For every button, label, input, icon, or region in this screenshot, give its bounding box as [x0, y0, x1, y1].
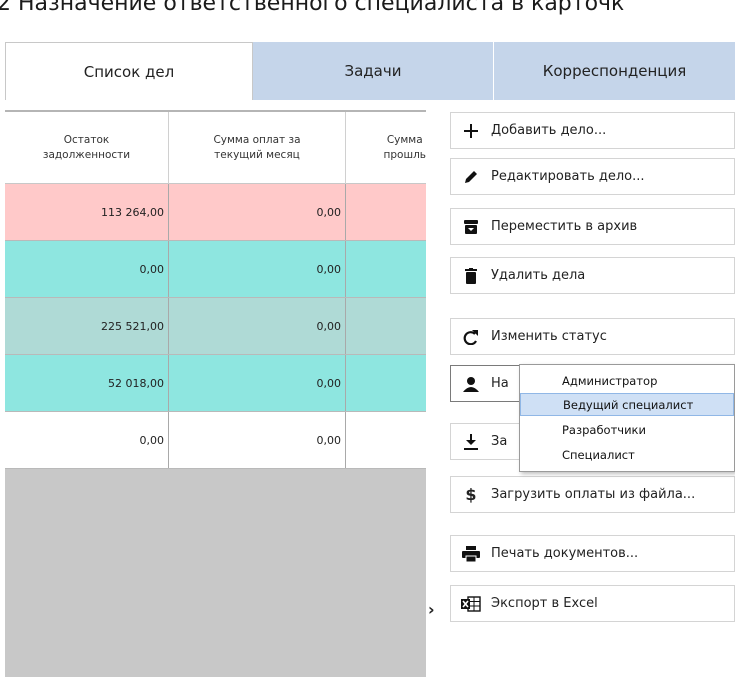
column-header-debt[interactable]: Остаток задолженности: [5, 112, 168, 184]
cell-debt: 113 264,00: [101, 205, 164, 219]
table-row[interactable]: 113 264,00 0,00: [5, 184, 426, 241]
printer-icon: [451, 535, 491, 572]
cell-current-payments: 0,00: [316, 433, 342, 447]
table-row[interactable]: 0,00 0,00: [5, 241, 426, 298]
column-header-current-payments[interactable]: Сумма оплат за текущий месяц: [169, 112, 345, 184]
tab-case-list[interactable]: Список дел: [5, 42, 253, 100]
archive-icon: [451, 208, 491, 245]
delete-cases-label: Удалить дела: [491, 268, 586, 283]
export-excel-label: Экспорт в Excel: [491, 596, 598, 611]
pencil-icon: [451, 158, 491, 195]
cell-debt: 0,00: [139, 433, 165, 447]
add-case-button[interactable]: Добавить дело...: [450, 112, 735, 149]
cell-debt: 52 018,00: [108, 376, 164, 390]
print-documents-label: Печать документов...: [491, 546, 639, 561]
delete-cases-button[interactable]: Удалить дела: [450, 257, 735, 294]
assign-specialist-label: На: [491, 376, 509, 391]
cell-debt: 0,00: [139, 262, 165, 276]
load-label: За: [491, 434, 508, 449]
menu-item-lead-specialist[interactable]: Ведущий специалист: [520, 393, 734, 416]
add-case-label: Добавить дело...: [491, 123, 607, 138]
assign-specialist-menu: Администратор Ведущий специалист Разрабо…: [519, 364, 735, 472]
change-status-label: Изменить статус: [491, 329, 607, 344]
load-payments-label: Загрузить оплаты из файла...: [491, 487, 696, 502]
cell-current-payments: 0,00: [316, 376, 342, 390]
cell-divider: [345, 355, 346, 411]
print-documents-button[interactable]: Печать документов...: [450, 535, 735, 572]
cell-debt: 225 521,00: [101, 319, 164, 333]
plus-icon: [451, 112, 491, 149]
edit-case-button[interactable]: Редактировать дело...: [450, 158, 735, 195]
cell-divider: [345, 412, 346, 468]
export-excel-button[interactable]: Экспорт в Excel: [450, 585, 735, 622]
menu-item-developers[interactable]: Разработчики: [520, 418, 734, 441]
menu-item-administrator[interactable]: Администратор: [520, 369, 734, 392]
cell-current-payments: 0,00: [316, 319, 342, 333]
cell-current-payments: 0,00: [316, 262, 342, 276]
cell-current-payments: 0,00: [316, 205, 342, 219]
download-icon: [451, 423, 491, 460]
table-row[interactable]: 0,00 0,00: [5, 412, 426, 469]
menu-item-specialist[interactable]: Специалист: [520, 443, 734, 466]
trash-icon: [451, 257, 491, 294]
cell-divider: [345, 298, 346, 354]
cell-divider: [345, 241, 346, 297]
edit-case-label: Редактировать дело...: [491, 169, 645, 184]
dollar-icon: $: [465, 485, 477, 504]
cases-grid[interactable]: Остаток задолженности Сумма оплат за тек…: [5, 110, 426, 677]
grid-header: Остаток задолженности Сумма оплат за тек…: [5, 110, 426, 184]
table-row[interactable]: 52 018,00 0,00: [5, 355, 426, 412]
redo-icon: [451, 318, 491, 355]
actions-panel: Добавить дело... Редактировать дело... П…: [450, 0, 735, 677]
column-header-previous-payments[interactable]: Сумма прошль: [346, 112, 426, 184]
load-payments-button[interactable]: $ Загрузить оплаты из файла...: [450, 476, 735, 513]
move-to-archive-label: Переместить в архив: [491, 219, 638, 234]
cell-divider: [345, 184, 346, 240]
move-to-archive-button[interactable]: Переместить в архив: [450, 208, 735, 245]
table-row[interactable]: 225 521,00 0,00: [5, 298, 426, 355]
user-icon: [451, 365, 491, 402]
expand-panel-chevron-icon[interactable]: ›: [428, 600, 435, 619]
excel-icon: [451, 585, 491, 622]
change-status-button[interactable]: Изменить статус: [450, 318, 735, 355]
